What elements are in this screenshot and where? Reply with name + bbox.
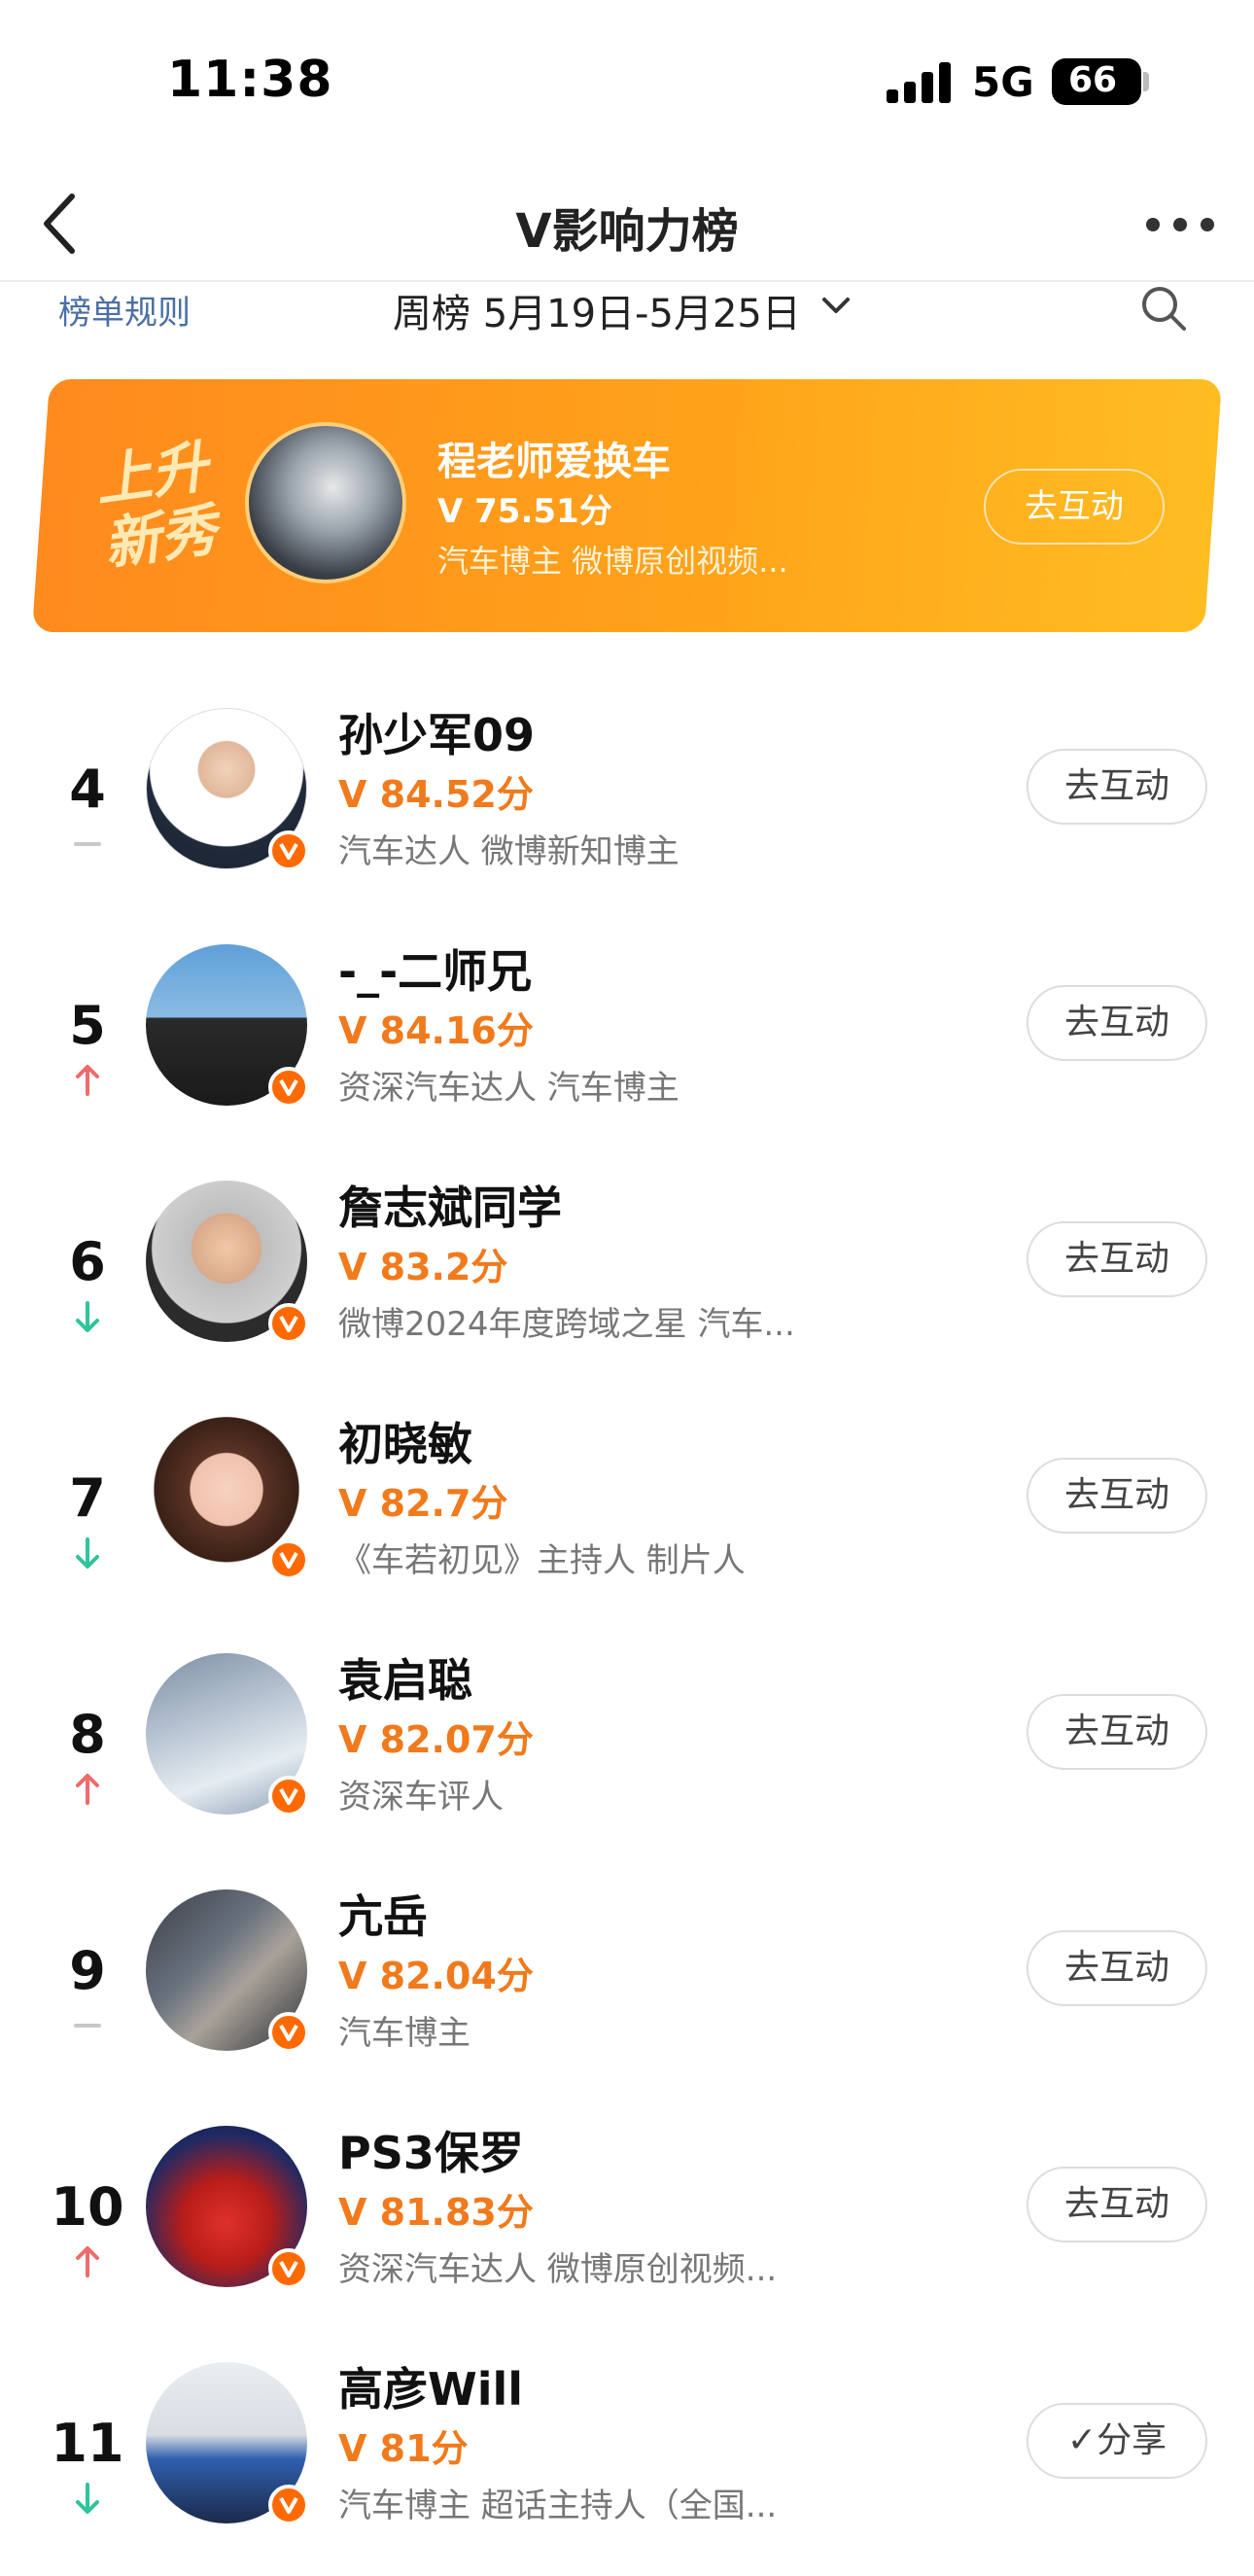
trend-same-icon xyxy=(74,842,101,846)
influence-score: V 82.07分 xyxy=(338,1718,534,1761)
trend-down-icon xyxy=(76,2483,99,2514)
verified-badge-icon xyxy=(268,1776,309,1817)
banner-name[interactable]: 程老师爱换车 xyxy=(437,430,671,486)
rank-number: 4 xyxy=(69,759,106,820)
user-name[interactable]: 孙少军09 xyxy=(338,700,535,764)
user-name[interactable]: 詹志斌同学 xyxy=(338,1173,562,1237)
trend-up-icon xyxy=(76,1774,99,1805)
interact-button[interactable]: 去互动 xyxy=(1027,1930,1207,2006)
share-button[interactable]: ✓分享 xyxy=(1027,2403,1207,2479)
rank-number: 8 xyxy=(69,1704,106,1765)
user-name[interactable]: -_-二师兄 xyxy=(338,936,532,1001)
rank-number: 6 xyxy=(69,1231,106,1292)
rank-number: 5 xyxy=(69,995,106,1056)
user-name[interactable]: 高彦Will xyxy=(338,2354,523,2418)
user-description: 资深汽车达人 微博原创视频... xyxy=(338,2250,778,2289)
list-item[interactable]: 9 亢岳 V 82.04分 汽车博主 去互动 xyxy=(0,1862,1254,2099)
user-description: 微博2024年度跨域之星 汽车... xyxy=(338,1305,795,1344)
influence-score: V 82.04分 xyxy=(338,1955,534,1997)
list-item[interactable]: 5 -_-二师兄 V 84.16分 资深汽车达人 汽车博主 去互动 xyxy=(0,917,1254,1153)
influence-score: V 81.83分 xyxy=(338,2191,534,2234)
nav-bar: V影响力榜 xyxy=(0,165,1254,282)
verified-badge-icon xyxy=(268,830,309,871)
influence-score: V 82.7分 xyxy=(338,1482,508,1525)
rank-number: 10 xyxy=(51,2176,124,2238)
influence-score: V 81分 xyxy=(338,2427,469,2470)
interact-button[interactable]: 去互动 xyxy=(1027,2167,1207,2242)
status-time: 11:38 xyxy=(167,51,333,109)
interact-button[interactable]: 去互动 xyxy=(1027,1458,1207,1534)
interact-button[interactable]: 去互动 xyxy=(1027,749,1207,825)
list-item[interactable]: 10 PS3保罗 V 81.83分 资深汽车达人 微博原创视频... 去互动 xyxy=(0,2099,1254,2335)
user-description: 汽车博主 xyxy=(338,2014,470,2053)
battery-level: 66 xyxy=(1067,60,1118,100)
influence-score: V 83.2分 xyxy=(338,1246,508,1288)
page-title: V影响力榜 xyxy=(515,204,739,259)
rules-link[interactable]: 榜单规则 xyxy=(58,286,191,334)
user-description: 汽车博主 超话主持人（全国... xyxy=(338,2487,778,2525)
more-icon xyxy=(1146,218,1160,231)
trend-down-icon xyxy=(76,1537,99,1569)
avatar[interactable] xyxy=(245,422,406,583)
verified-badge-icon xyxy=(268,1539,309,1580)
verified-badge-icon xyxy=(268,1067,309,1108)
trend-same-icon xyxy=(74,2024,101,2028)
user-description: 汽车达人 微博新知博主 xyxy=(338,832,679,871)
status-bar: 11:38 5G 66 xyxy=(0,0,1254,156)
rank-number: 11 xyxy=(51,2413,124,2474)
list-item[interactable]: 7 初晓敏 V 82.7分 《车若初见》主持人 制片人 去互动 xyxy=(0,1390,1254,1626)
user-name[interactable]: 袁启聪 xyxy=(338,1645,472,1710)
verified-badge-icon xyxy=(268,2485,309,2525)
list-item[interactable]: 6 詹志斌同学 V 83.2分 微博2024年度跨域之星 汽车... 去互动 xyxy=(0,1153,1254,1390)
list-item[interactable]: 4 孙少军09 V 84.52分 汽车达人 微博新知博主 去互动 xyxy=(0,681,1254,917)
list-item[interactable]: 8 袁启聪 V 82.07分 资深车评人 去互动 xyxy=(0,1626,1254,1862)
user-name[interactable]: 亢岳 xyxy=(338,1882,428,1946)
battery-icon: 66 xyxy=(1052,58,1141,105)
influence-score: V 84.16分 xyxy=(338,1009,534,1052)
week-selector[interactable]: 周榜 5月19日-5月25日 xyxy=(393,282,801,338)
banner-score: V 75.51分 xyxy=(437,492,612,531)
verified-badge-icon xyxy=(268,1303,309,1344)
trend-up-icon xyxy=(76,2246,99,2277)
trend-up-icon xyxy=(76,1065,99,1096)
user-name[interactable]: 初晓敏 xyxy=(338,1409,472,1473)
signal-icon xyxy=(887,60,957,103)
interact-button[interactable]: 去互动 xyxy=(984,469,1165,545)
list-item[interactable]: 11 高彦Will V 81分 汽车博主 超话主持人（全国... ✓分享 xyxy=(0,2335,1254,2571)
filter-bar: 榜单规则 周榜 5月19日-5月25日 xyxy=(0,282,1254,360)
user-description: 资深汽车达人 汽车博主 xyxy=(338,1069,679,1108)
rank-number: 7 xyxy=(69,1467,106,1529)
network-type: 5G xyxy=(972,58,1034,106)
user-name[interactable]: PS3保罗 xyxy=(338,2118,524,2182)
verified-badge-icon xyxy=(268,2248,309,2289)
user-description: 资深车评人 xyxy=(338,1778,504,1817)
verified-badge-icon xyxy=(268,2012,309,2053)
more-button[interactable] xyxy=(1142,204,1220,243)
interact-button[interactable]: 去互动 xyxy=(1027,1694,1207,1770)
influence-score: V 84.52分 xyxy=(338,773,534,816)
battery-cap xyxy=(1143,72,1149,91)
rising-star-banner[interactable]: 上升新秀 程老师爱换车 V 75.51分 汽车博主 微博原创视频... 去互动 xyxy=(31,379,1223,632)
chevron-down-icon[interactable] xyxy=(819,292,853,321)
search-icon[interactable] xyxy=(1137,282,1190,335)
banner-desc: 汽车博主 微博原创视频... xyxy=(437,543,788,580)
rank-number: 9 xyxy=(69,1940,106,2001)
interact-button[interactable]: 去互动 xyxy=(1027,1221,1207,1297)
user-description: 《车若初见》主持人 制片人 xyxy=(338,1541,746,1580)
interact-button[interactable]: 去互动 xyxy=(1027,985,1207,1061)
trend-down-icon xyxy=(76,1301,99,1332)
